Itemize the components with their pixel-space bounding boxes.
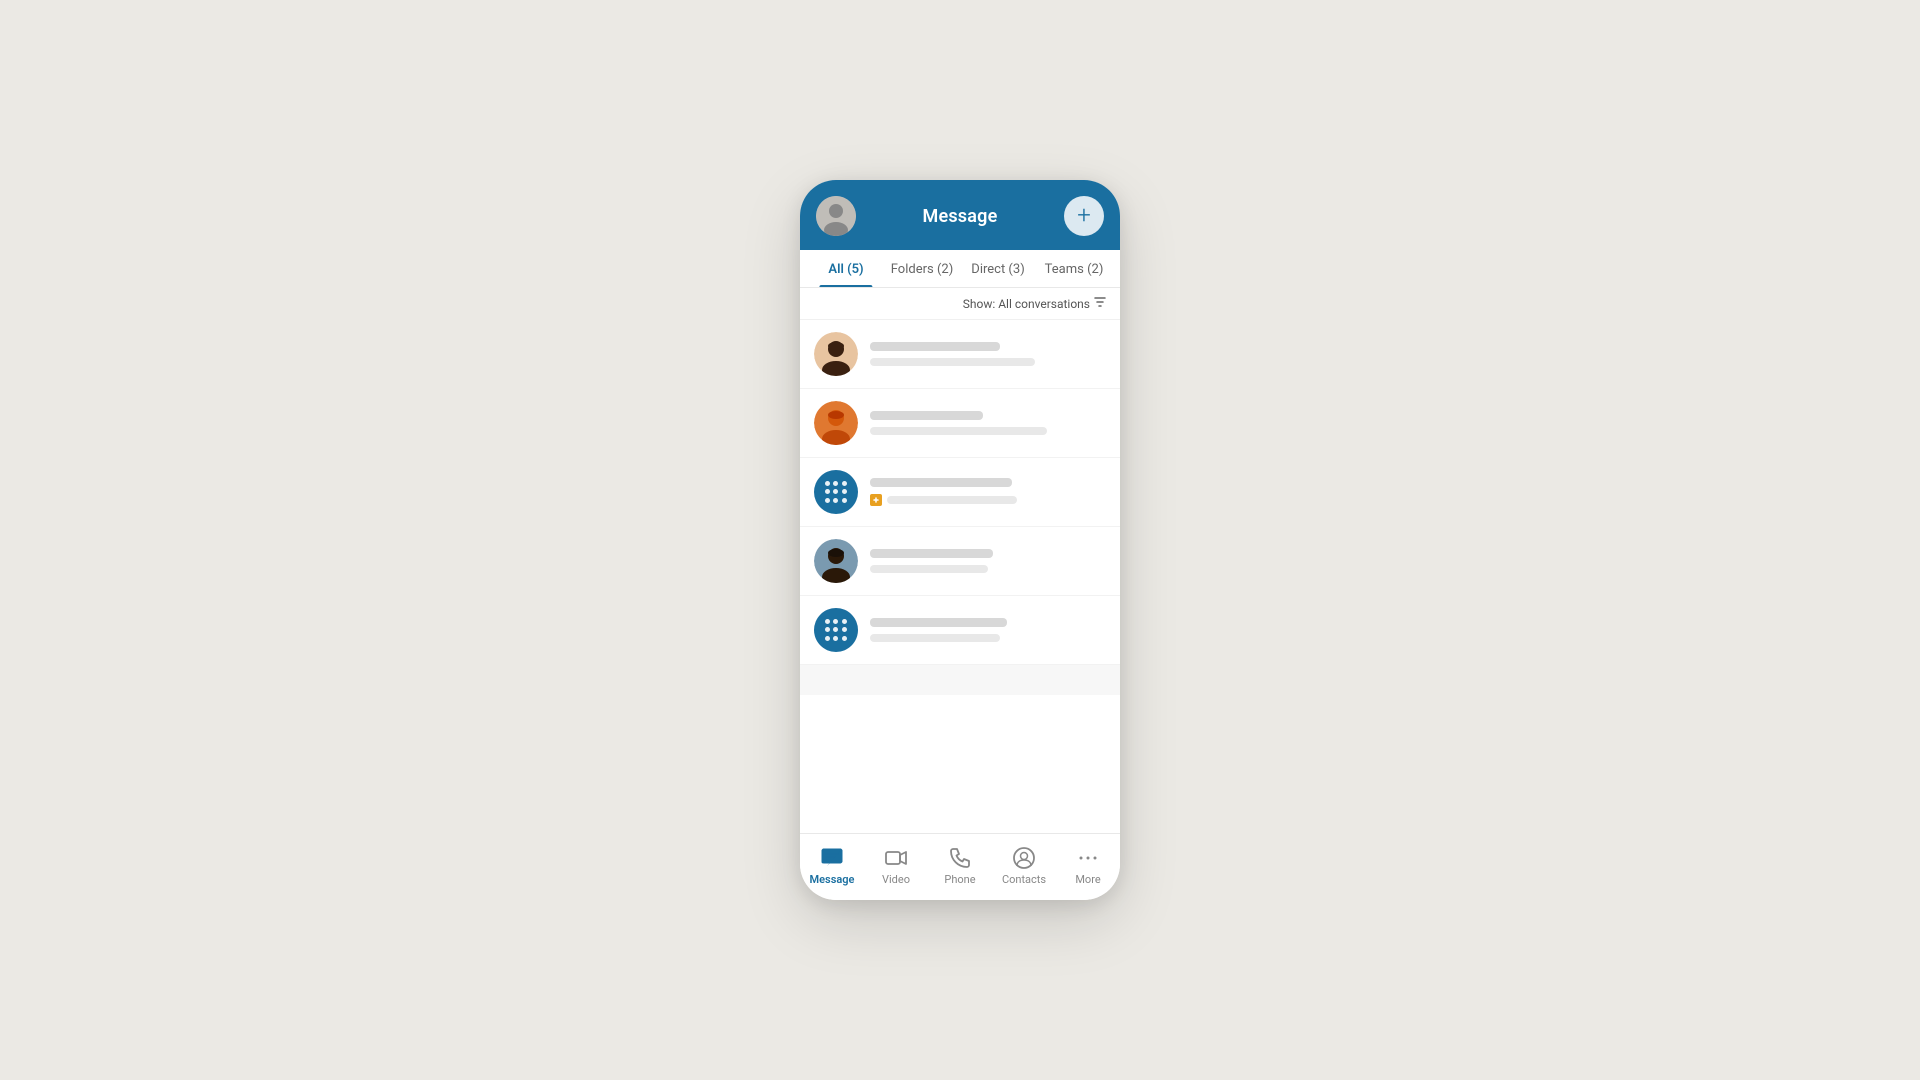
nav-video[interactable]: Video bbox=[864, 842, 928, 890]
message-preview-placeholder bbox=[887, 496, 1017, 504]
phone-frame: Message + All (5) Folders (2) Direct (3)… bbox=[800, 180, 1120, 900]
bottom-navigation: Message Video Phone bbox=[800, 833, 1120, 900]
phone-icon bbox=[948, 846, 972, 870]
team-avatar bbox=[814, 470, 858, 514]
filter-icon bbox=[1094, 296, 1106, 311]
tabs-bar: All (5) Folders (2) Direct (3) Teams (2) bbox=[800, 250, 1120, 288]
conversation-list bbox=[800, 320, 1120, 833]
message-preview-placeholder bbox=[870, 565, 988, 573]
app-header: Message + bbox=[800, 180, 1120, 250]
contact-name-placeholder bbox=[870, 478, 1012, 487]
message-nav-label: Message bbox=[810, 873, 855, 886]
conversation-item[interactable] bbox=[800, 389, 1120, 458]
contact-name-placeholder bbox=[870, 411, 983, 420]
contact-name-placeholder bbox=[870, 342, 1000, 351]
message-preview-placeholder bbox=[870, 427, 1047, 435]
message-icon bbox=[820, 846, 844, 870]
phone-nav-label: Phone bbox=[944, 873, 975, 886]
tab-folders[interactable]: Folders (2) bbox=[884, 250, 960, 287]
tab-teams[interactable]: Teams (2) bbox=[1036, 250, 1112, 287]
contact-avatar bbox=[814, 332, 858, 376]
contact-avatar bbox=[814, 401, 858, 445]
team-grid-icon bbox=[825, 619, 847, 641]
conversation-item[interactable] bbox=[800, 458, 1120, 527]
conversation-content bbox=[870, 549, 1106, 573]
message-preview-placeholder bbox=[870, 634, 1000, 642]
contacts-icon bbox=[1012, 846, 1036, 870]
contact-name-placeholder bbox=[870, 549, 993, 558]
compose-button[interactable]: + bbox=[1064, 196, 1104, 236]
conversation-content bbox=[870, 342, 1106, 366]
header-title: Message bbox=[923, 206, 998, 227]
nav-more[interactable]: More bbox=[1056, 842, 1120, 890]
message-meta bbox=[870, 494, 1106, 506]
video-icon bbox=[884, 846, 908, 870]
user-avatar[interactable] bbox=[816, 196, 856, 236]
nav-message[interactable]: Message bbox=[800, 842, 864, 890]
list-spacer bbox=[800, 665, 1120, 695]
more-nav-label: More bbox=[1075, 873, 1100, 886]
nav-phone[interactable]: Phone bbox=[928, 842, 992, 890]
contact-name-placeholder bbox=[870, 618, 1007, 627]
contacts-nav-label: Contacts bbox=[1002, 873, 1046, 886]
filter-label: Show: All conversations bbox=[963, 297, 1090, 311]
team-grid-icon bbox=[825, 481, 847, 503]
conversation-content bbox=[870, 411, 1106, 435]
contact-avatar bbox=[814, 539, 858, 583]
tab-direct[interactable]: Direct (3) bbox=[960, 250, 1036, 287]
filter-bar[interactable]: Show: All conversations bbox=[800, 288, 1120, 320]
conversation-item[interactable] bbox=[800, 320, 1120, 389]
nav-contacts[interactable]: Contacts bbox=[992, 842, 1056, 890]
conversation-content bbox=[870, 618, 1106, 642]
video-nav-label: Video bbox=[882, 873, 910, 886]
plus-icon: + bbox=[1077, 203, 1091, 227]
message-preview-placeholder bbox=[870, 358, 1035, 366]
more-icon bbox=[1076, 846, 1100, 870]
team-avatar bbox=[814, 608, 858, 652]
conversation-item[interactable] bbox=[800, 527, 1120, 596]
conversation-item[interactable] bbox=[800, 596, 1120, 665]
attachment-icon bbox=[870, 494, 882, 506]
tab-all[interactable]: All (5) bbox=[808, 250, 884, 287]
conversation-content bbox=[870, 478, 1106, 506]
